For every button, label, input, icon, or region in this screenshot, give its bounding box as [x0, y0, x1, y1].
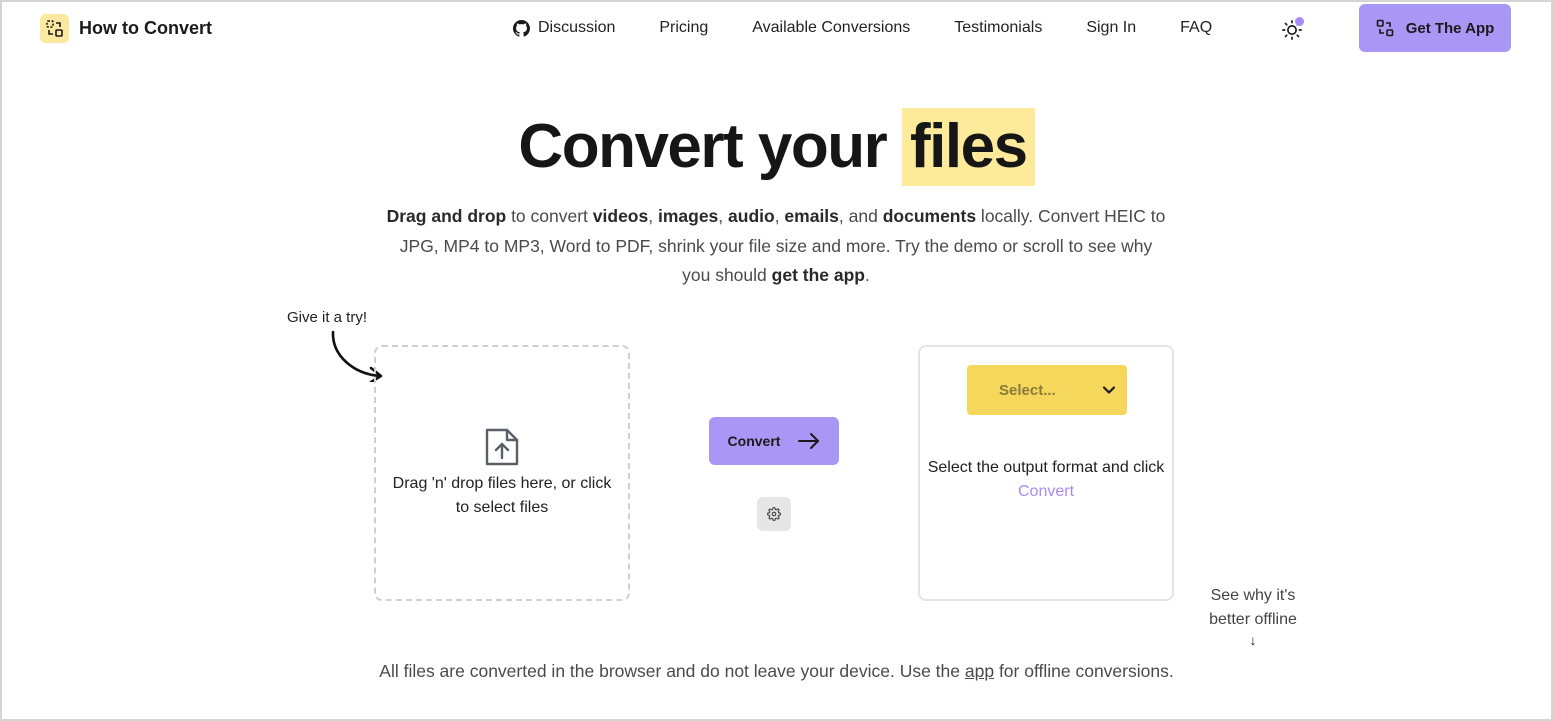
theme-toggle[interactable]: [1281, 17, 1305, 41]
nav-discussion-label: Discussion: [538, 19, 616, 36]
see-why-offline[interactable]: See why it's better offline ↓: [1192, 584, 1314, 648]
nav-testimonials[interactable]: Testimonials: [954, 19, 1042, 37]
output-instructions-text: Select the output format and click: [927, 459, 1165, 476]
subtitle-bold: get the app: [771, 265, 865, 285]
header: How to Convert Discussion Pricing Availa…: [2, 2, 1551, 58]
footer-note-text: All files are converted in the browser a…: [379, 661, 965, 681]
subtitle-bold: Drag and drop: [386, 206, 507, 226]
github-icon: [513, 19, 530, 37]
output-panel: Select... Select the output format and c…: [918, 345, 1174, 601]
subtitle-bold: emails: [784, 206, 839, 226]
subtitle-text: ,: [718, 206, 729, 226]
file-upload-icon: [485, 428, 519, 466]
convert-button-label: Convert: [727, 433, 781, 449]
subtitle-bold: images: [657, 206, 719, 226]
logo[interactable]: How to Convert: [40, 14, 212, 43]
hero-title: Convert your files: [2, 108, 1551, 186]
see-why-text: See why it's better offline: [1209, 587, 1297, 628]
nav-available-conversions[interactable]: Available Conversions: [752, 19, 910, 37]
give-it-a-try-hint: Give it a try!: [287, 309, 368, 326]
subtitle-bold: videos: [592, 206, 649, 226]
chevron-down-icon: [1103, 386, 1115, 394]
hero-title-prefix: Convert your: [518, 112, 887, 181]
convert-button[interactable]: Convert: [709, 417, 839, 465]
subtitle-text: to convert: [506, 206, 593, 226]
subtitle-text: , and: [838, 206, 883, 226]
subtitle-text: ,: [648, 206, 658, 226]
app-link[interactable]: app: [965, 661, 994, 681]
dropzone-text: Drag 'n' drop files here, or click to se…: [392, 475, 612, 516]
get-the-app-button[interactable]: Get The App: [1359, 4, 1511, 52]
select-placeholder: Select...: [999, 381, 1056, 399]
file-dropzone[interactable]: Drag 'n' drop files here, or click to se…: [374, 345, 630, 601]
footer-note: All files are converted in the browser a…: [2, 661, 1551, 682]
notification-dot: [1295, 17, 1304, 26]
logo-icon: [40, 14, 69, 43]
subtitle-bold: documents: [882, 206, 977, 226]
footer-note-text: for offline conversions.: [994, 661, 1174, 681]
nav-faq[interactable]: FAQ: [1180, 19, 1212, 37]
output-format-select[interactable]: Select...: [967, 365, 1127, 415]
hero-subtitle: Drag and drop to convert videos, images,…: [386, 202, 1166, 291]
main-nav: Discussion Pricing Available Conversions…: [513, 19, 1212, 37]
get-the-app-label: Get The App: [1405, 19, 1495, 37]
subtitle-text: ,: [774, 206, 785, 226]
hero-title-highlight: files: [902, 108, 1035, 186]
subtitle-text: .: [864, 265, 870, 285]
arrow-right-icon: [798, 433, 820, 449]
nav-sign-in[interactable]: Sign In: [1086, 19, 1136, 37]
logo-text: How to Convert: [79, 18, 212, 38]
arrow-down-icon: ↓: [1249, 632, 1257, 648]
settings-button[interactable]: [757, 497, 791, 531]
convert-link[interactable]: Convert: [1018, 483, 1074, 500]
convert-icon: [1376, 19, 1393, 37]
nav-pricing[interactable]: Pricing: [659, 19, 708, 37]
output-instructions: Select the output format and click Conve…: [920, 456, 1172, 504]
gear-icon: [767, 507, 781, 521]
subtitle-bold: audio: [728, 206, 775, 226]
nav-discussion[interactable]: Discussion: [513, 19, 615, 37]
